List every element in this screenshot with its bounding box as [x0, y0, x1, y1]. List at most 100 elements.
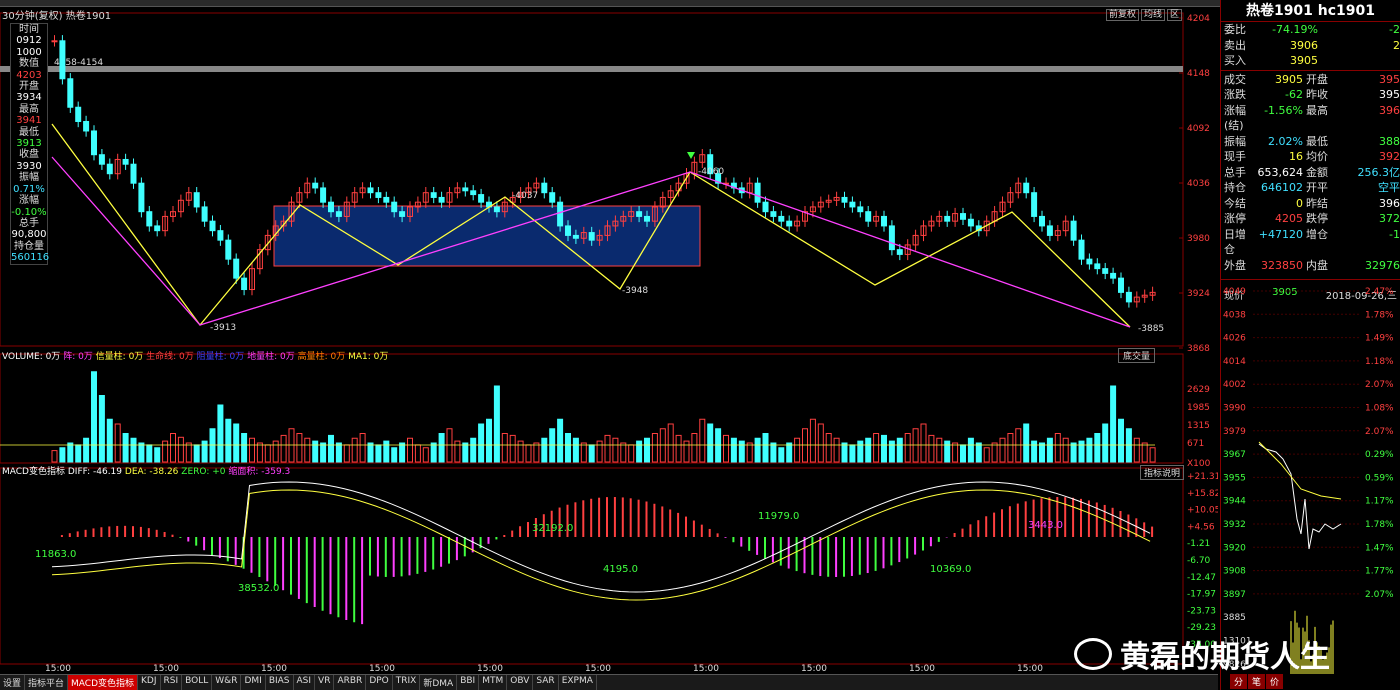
volume-bar: [637, 441, 642, 462]
section-button[interactable]: 区: [1167, 9, 1182, 21]
right-tab[interactable]: 分: [1230, 674, 1247, 689]
tab-14[interactable]: 新DMA: [420, 675, 457, 690]
candle-body: [368, 188, 373, 193]
mini-price-tick: 3979: [1223, 427, 1246, 437]
mini-pct-tick: 2.47%: [1365, 287, 1394, 297]
volume-bar: [1016, 429, 1021, 462]
time-label: 15:00: [477, 664, 503, 674]
quote-val: +47120: [1251, 227, 1303, 258]
tab-1[interactable]: 指标平台: [25, 675, 68, 690]
candle-body: [52, 41, 57, 42]
volume-bar: [1103, 424, 1108, 462]
candle-body: [771, 212, 776, 217]
right-tab[interactable]: 价: [1266, 674, 1283, 689]
tab-2[interactable]: MACD变色指标: [68, 675, 138, 690]
volume-bar: [834, 438, 839, 462]
indicator-help-button[interactable]: 指标说明: [1140, 465, 1184, 480]
volume-bar: [1134, 438, 1139, 462]
volume-bar: [455, 441, 460, 462]
macd-tick: -6.70: [1187, 556, 1211, 566]
candle-body: [92, 131, 97, 155]
volume-bar: [724, 435, 729, 462]
candle-body: [882, 216, 887, 225]
candle-body: [147, 212, 152, 226]
tab-7[interactable]: DMI: [241, 675, 265, 690]
volume-legend-item: 高量柱: 0万: [295, 352, 345, 362]
tab-3[interactable]: KDJ: [138, 675, 161, 690]
volume-bar: [1047, 438, 1052, 462]
tab-10[interactable]: VR: [315, 675, 334, 690]
tab-18[interactable]: SAR: [533, 675, 558, 690]
right-tab[interactable]: 笔: [1248, 674, 1265, 689]
tab-0[interactable]: 设置: [0, 675, 25, 690]
candle-body: [968, 219, 973, 226]
time-label: 15:00: [261, 664, 287, 674]
volume-tick: 1985: [1187, 403, 1210, 413]
draw-button[interactable]: 均线: [1141, 9, 1165, 21]
info-box: 时间 0912 1000 数值 4203 开盘 3934 最高 3941 最低 3913 收盘 3930…: [10, 23, 48, 265]
volume-bar: [107, 419, 112, 462]
mini-pct-tick: 2.07%: [1365, 590, 1394, 600]
volume-bar: [660, 429, 665, 462]
info-value: 3941: [11, 115, 47, 126]
candle-body: [566, 226, 571, 235]
candle-body: [866, 212, 871, 221]
macd-frame: [0, 468, 1183, 664]
info-label: 开盘: [11, 81, 47, 92]
macd-area-label: 32192.0: [532, 523, 573, 534]
time-label: 15:00: [585, 664, 611, 674]
main-chart-area[interactable]: 4204 4148 4092 4036 3980 3924 3868 4158-4154 -39…: [0, 7, 1218, 682]
volume-bar: [566, 434, 571, 463]
volume-bar: [1142, 443, 1147, 462]
tab-9[interactable]: ASI: [294, 675, 316, 690]
candle-body: [961, 214, 966, 220]
quote-val: 3905: [1251, 53, 1318, 69]
volume-bar: [202, 441, 207, 462]
tab-5[interactable]: BOLL: [182, 675, 212, 690]
price-tick: 4148: [1187, 69, 1210, 79]
volume-bar: [1032, 441, 1037, 462]
quote-row: 外盘 323850 内盘 32976: [1221, 258, 1400, 274]
tab-13[interactable]: TRIX: [393, 675, 421, 690]
volume-bar: [542, 438, 547, 462]
candle-body: [763, 202, 768, 211]
volume-bar: [692, 434, 697, 463]
quote-row: 现手 16 均价 392: [1221, 149, 1400, 165]
macd-tick: +10.05: [1187, 506, 1218, 516]
tab-4[interactable]: RSI: [161, 675, 183, 690]
quote-val2: [1318, 53, 1400, 69]
volume-bar: [747, 443, 752, 462]
quote-row: 涨幅(结) -1.56% 最高 396: [1221, 103, 1400, 134]
candle-body: [1111, 273, 1116, 278]
volume-bar: [573, 438, 578, 462]
volume-bar: [874, 434, 879, 463]
info-value: 3934: [11, 92, 47, 103]
volume-bar: [621, 443, 626, 462]
quote-key2: 昨收: [1303, 87, 1331, 103]
macd-tick: -17.97: [1187, 590, 1216, 600]
tab-8[interactable]: BIAS: [266, 675, 294, 690]
candle-body: [897, 250, 902, 255]
volume-bar: [147, 445, 152, 462]
tab-19[interactable]: EXPMA: [559, 675, 597, 690]
tab-12[interactable]: DPO: [366, 675, 392, 690]
volume-bar: [739, 441, 744, 462]
tab-11[interactable]: ARBR: [334, 675, 366, 690]
macd-area-label: 4195.0: [603, 564, 638, 575]
restore-button[interactable]: 前复权: [1106, 9, 1139, 21]
volume-bar: [265, 445, 270, 462]
volume-selector[interactable]: 底交量: [1118, 348, 1155, 363]
volume-legend-item: 阻量柱: 0万: [194, 352, 244, 362]
candle-body: [123, 159, 128, 164]
volume-bar: [392, 448, 397, 462]
volume-bar: [218, 405, 223, 462]
tab-17[interactable]: OBV: [507, 675, 533, 690]
tab-6[interactable]: W&R: [212, 675, 241, 690]
mini-pct-tick: 0.29%: [1365, 450, 1394, 460]
volume-bar: [178, 437, 183, 462]
tab-16[interactable]: MTM: [479, 675, 507, 690]
annotation-low1: -3913: [210, 323, 236, 333]
volume-bar: [123, 434, 128, 463]
right-tabs: 分笔价: [1230, 674, 1284, 689]
tab-15[interactable]: BBI: [457, 675, 479, 690]
